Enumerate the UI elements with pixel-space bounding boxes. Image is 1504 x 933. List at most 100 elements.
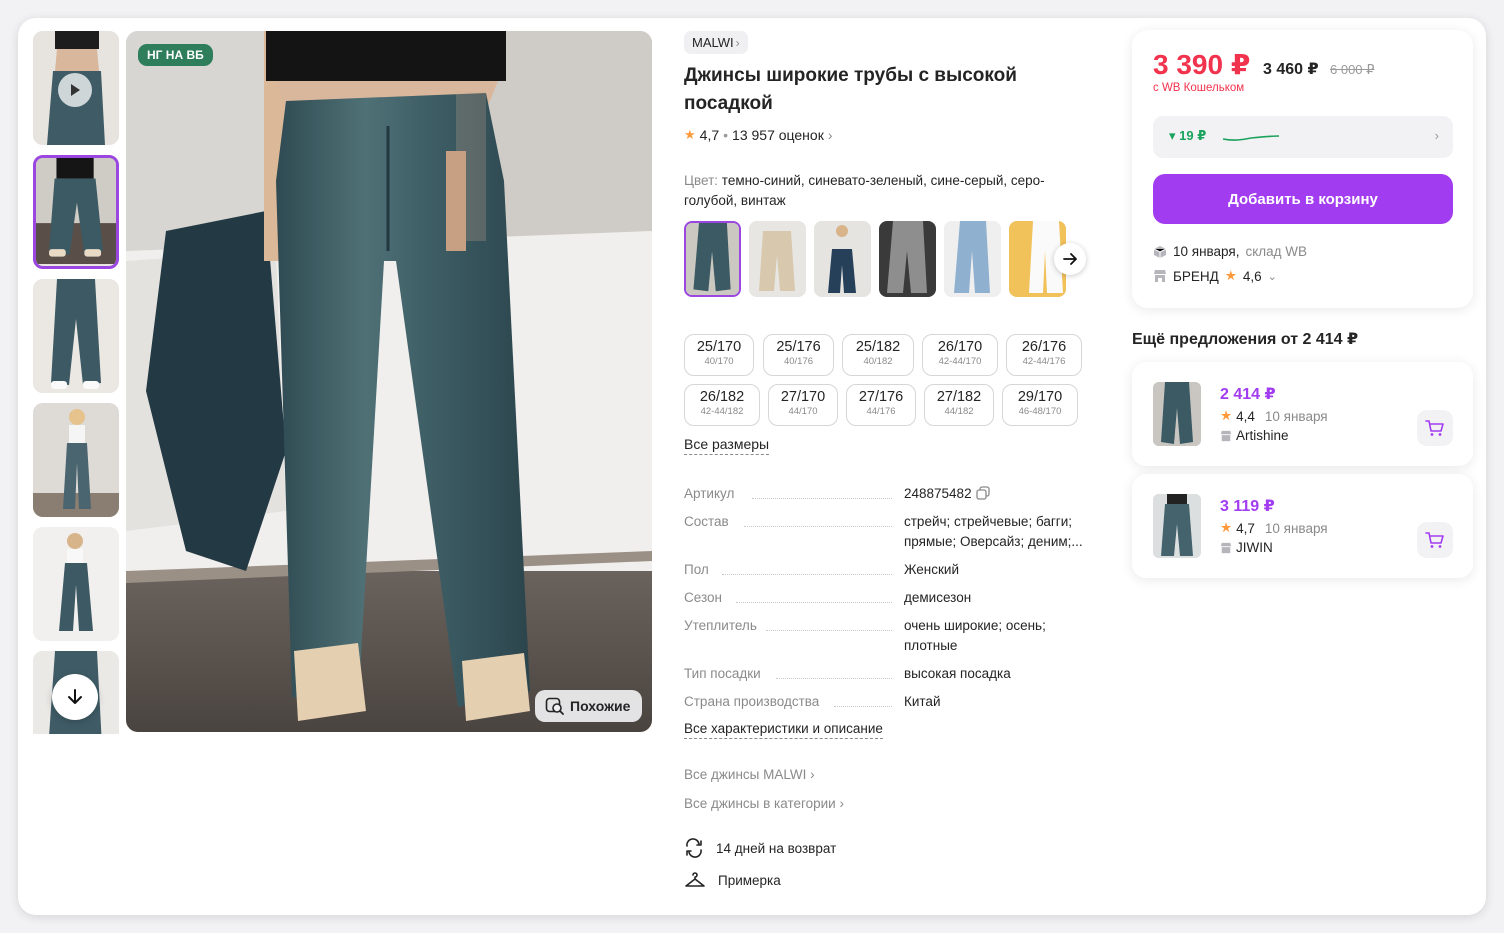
size-option[interactable]: 29/170 46-48/170 — [1002, 384, 1078, 426]
param-value: Женский — [904, 562, 960, 577]
size-label: 25/182 — [855, 339, 901, 355]
size-label: 27/170 — [780, 389, 826, 405]
brand-jeans-label: Все джинсы MALWI — [684, 767, 807, 782]
size-option[interactable]: 25/176 40/176 — [763, 334, 834, 376]
size-option[interactable]: 26/182 42-44/182 — [684, 384, 760, 426]
store-link[interactable]: БРЕНД ★ 4,6 ⌄ — [1153, 268, 1277, 284]
thumbnail-photo — [33, 527, 119, 641]
color-swatch-4[interactable] — [879, 221, 936, 297]
product-page: НГ НА ВБ Похожие MALWI › Джинсы широкие … — [18, 18, 1486, 915]
offer-rating: 4,7 — [1236, 520, 1255, 536]
swatch-photo — [686, 223, 739, 295]
param-leader — [752, 498, 892, 499]
offer-seller: Artishine — [1220, 428, 1289, 443]
color-swatch-1[interactable] — [684, 221, 741, 297]
offer-add-to-cart-button[interactable] — [1417, 410, 1453, 446]
size-ru-label: 44/182 — [944, 406, 974, 417]
price-trend-sparkline — [1222, 135, 1280, 141]
size-ru-label: 46-48/170 — [1018, 406, 1062, 417]
swatch-photo — [814, 221, 871, 297]
size-option[interactable]: 26/176 42-44/176 — [1006, 334, 1082, 376]
store-name: БРЕНД — [1173, 268, 1219, 284]
return-info: 14 дней на возврат — [684, 838, 836, 858]
chevron-down-icon: ⌄ — [1267, 270, 1277, 283]
size-ru-label: 44/170 — [788, 406, 818, 417]
param-value: демисезон — [904, 590, 972, 605]
fitting-label: Примерка — [718, 872, 781, 888]
offer-card[interactable]: 3 119 ₽ ★ 4,7 10 января JIWIN — [1132, 474, 1473, 578]
box-icon — [1153, 245, 1167, 258]
param-value: Китай — [904, 694, 941, 709]
cart-icon — [1425, 532, 1444, 548]
param-key: Страна производства — [684, 694, 820, 709]
size-ru-label: 40/176 — [783, 356, 814, 367]
param-key: Артикул — [684, 486, 735, 501]
param-value: очень широкие; осень; плотные — [904, 618, 1046, 653]
offer-photo — [1153, 494, 1201, 558]
size-ru-label: 42-44/170 — [938, 356, 982, 367]
param-value: высокая посадка — [904, 666, 1011, 681]
param-value: стрейч; стрейчевые; багги; прямые; Оверс… — [904, 514, 1083, 549]
category-jeans-link[interactable]: Все джинсы в категории › — [684, 796, 844, 811]
size-option[interactable]: 26/170 42-44/170 — [922, 334, 998, 376]
offer-rating-line: ★ 4,7 10 января — [1220, 520, 1328, 536]
thumbnail-5[interactable] — [33, 527, 119, 641]
offer-image — [1153, 382, 1201, 446]
size-label: 25/176 — [776, 339, 821, 355]
color-swatch-3[interactable] — [814, 221, 871, 297]
store-icon — [1220, 430, 1232, 441]
brand-jeans-link[interactable]: Все джинсы MALWI › — [684, 767, 815, 782]
all-characteristics-link[interactable]: Все характеристики и описание — [684, 721, 883, 739]
brand-name: MALWI — [692, 35, 734, 50]
offer-rating: 4,4 — [1236, 408, 1255, 424]
hanger-icon — [685, 872, 705, 887]
offer-photo — [1153, 382, 1201, 446]
copy-icon[interactable] — [975, 486, 990, 500]
size-option[interactable]: 25/182 40/182 — [842, 334, 914, 376]
all-sizes-link[interactable]: Все размеры — [684, 436, 770, 455]
chevron-right-icon: › — [839, 796, 845, 811]
size-option[interactable]: 27/182 44/182 — [924, 384, 994, 426]
scroll-down-button[interactable] — [52, 674, 98, 720]
thumbnail-2[interactable] — [33, 155, 119, 269]
size-option[interactable]: 27/170 44/170 — [768, 384, 838, 426]
thumbnail-4[interactable] — [33, 403, 119, 517]
param-leader — [722, 574, 892, 575]
offer-add-to-cart-button[interactable] — [1417, 522, 1453, 558]
size-ru-label: 42-44/176 — [1022, 356, 1066, 367]
rating-link[interactable]: ★ 4,7 • 13 957 оценок › — [684, 127, 833, 143]
brand-link[interactable]: MALWI › — [684, 31, 748, 54]
store-icon — [1154, 270, 1166, 282]
star-icon: ★ — [1220, 520, 1233, 535]
color-swatch-5[interactable] — [944, 221, 1001, 297]
offer-image — [1153, 494, 1201, 558]
param-leader — [776, 678, 892, 679]
size-option[interactable]: 25/170 40/170 — [684, 334, 754, 376]
color-swatch-2[interactable] — [749, 221, 806, 297]
delivery-place: склад WB — [1245, 244, 1308, 259]
thumbnail-photo — [36, 158, 116, 265]
product-photo — [126, 31, 652, 732]
swatches-next-button[interactable] — [1054, 243, 1086, 275]
delivery-info: 10 января, склад WB — [1153, 244, 1307, 259]
offer-price: 3 119 ₽ — [1220, 498, 1275, 515]
param-leader — [766, 630, 892, 631]
size-ru-label: 40/182 — [863, 356, 893, 367]
chevron-right-icon: › — [1434, 128, 1439, 143]
store-icon — [1220, 542, 1232, 553]
color-value: темно-синий, синевато-зеленый, сине-серы… — [684, 173, 1045, 208]
fitting-info: Примерка — [684, 870, 781, 890]
offer-date: 10 января — [1264, 520, 1328, 536]
size-option[interactable]: 27/176 44/176 — [846, 384, 916, 426]
thumbnail-3[interactable] — [33, 279, 119, 393]
price-history-button[interactable]: ▾ 19 ₽ › — [1153, 116, 1453, 158]
swatch-photo — [879, 221, 936, 297]
similar-button[interactable]: Похожие — [535, 690, 643, 722]
star-icon: ★ — [1220, 408, 1233, 423]
size-ru-label: 44/176 — [866, 406, 896, 417]
main-product-image[interactable]: НГ НА ВБ Похожие — [126, 31, 652, 732]
offer-card[interactable]: 2 414 ₽ ★ 4,4 10 января Artishine — [1132, 362, 1473, 466]
add-to-cart-button[interactable]: Добавить в корзину — [1153, 174, 1453, 224]
thumbnail-video[interactable] — [33, 31, 119, 145]
thumbnail-strip[interactable] — [33, 31, 119, 734]
